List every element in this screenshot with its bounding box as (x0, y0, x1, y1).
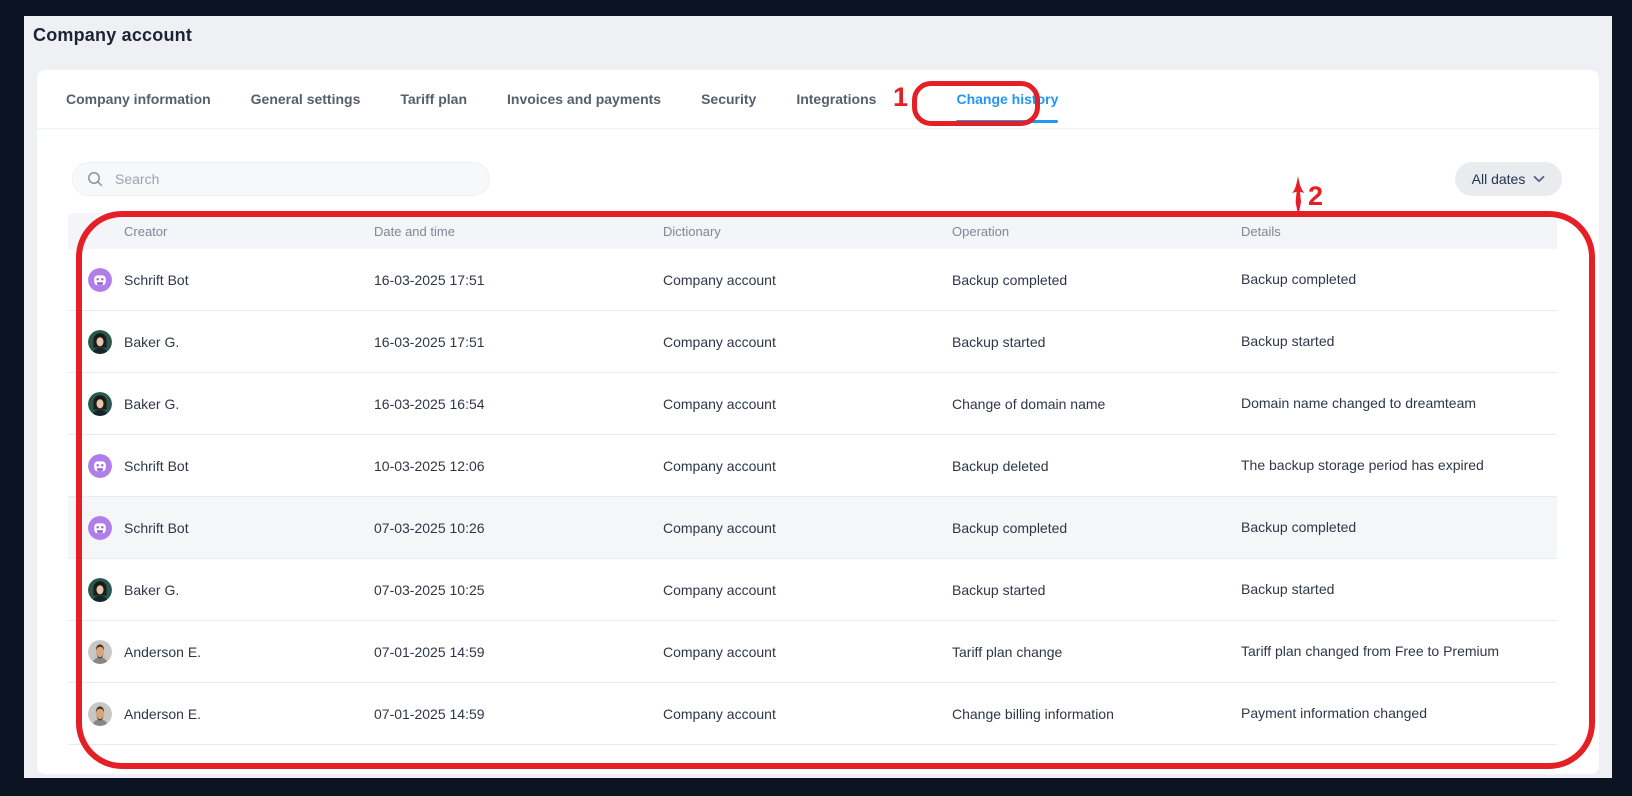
column-header-date-and-time: Date and time (374, 224, 663, 239)
tab-bar: Company information General settings Tarif… (37, 70, 1599, 129)
datetime-cell: 07-01-2025 14:59 (374, 706, 663, 722)
datetime-cell: 16-03-2025 16:54 (374, 396, 663, 412)
details-cell: The backup storage period has expired (1241, 456, 1557, 474)
creator-cell: Schrift Bot (68, 268, 374, 292)
tab-company-information[interactable]: Company information (66, 70, 211, 128)
datetime-cell: 07-01-2025 14:59 (374, 644, 663, 660)
tab-integrations[interactable]: Integrations (796, 70, 876, 128)
dictionary-cell: Company account (663, 396, 952, 412)
table-row[interactable]: Baker G. 16-03-2025 16:54 Company accoun… (68, 373, 1557, 435)
bot-avatar (88, 268, 112, 292)
operation-cell: Tariff plan change (952, 644, 1241, 660)
table-row[interactable]: Schrift Bot 16-03-2025 17:51 Company acc… (68, 249, 1557, 311)
dictionary-cell: Company account (663, 706, 952, 722)
tab-label: Change history (956, 91, 1058, 107)
tab-tariff-plan[interactable]: Tariff plan (400, 70, 467, 128)
bot-avatar (88, 516, 112, 540)
table-row[interactable]: Baker G. 07-03-2025 10:25 Company accoun… (68, 559, 1557, 621)
dictionary-cell: Company account (663, 582, 952, 598)
content-panel: Company information General settings Tarif… (37, 70, 1599, 774)
search-box[interactable] (72, 162, 490, 196)
creator-cell: Baker G. (68, 392, 374, 416)
dictionary-cell: Company account (663, 458, 952, 474)
table-row[interactable]: Anderson E. 07-01-2025 14:59 Company acc… (68, 621, 1557, 683)
user-avatar (88, 330, 112, 354)
details-cell: Domain name changed to dreamteam (1241, 394, 1557, 412)
creator-cell: Anderson E. (68, 702, 374, 726)
creator-cell: Baker G. (68, 330, 374, 354)
datetime-cell: 16-03-2025 17:51 (374, 334, 663, 350)
user-avatar (88, 392, 112, 416)
date-filter-button[interactable]: All dates (1455, 162, 1562, 196)
details-cell: Backup started (1241, 332, 1557, 350)
column-header-creator: Creator (68, 224, 374, 239)
operation-cell: Backup completed (952, 272, 1241, 288)
operation-cell: Backup started (952, 582, 1241, 598)
user-avatar (88, 702, 112, 726)
table-row[interactable]: Anderson E. 07-01-2025 14:59 Company acc… (68, 683, 1557, 745)
details-cell: Backup started (1241, 580, 1557, 598)
date-filter-label: All dates (1472, 171, 1526, 187)
datetime-cell: 16-03-2025 17:51 (374, 272, 663, 288)
table-row[interactable]: Baker G. 16-03-2025 17:51 Company accoun… (68, 311, 1557, 373)
dictionary-cell: Company account (663, 334, 952, 350)
tab-label: Integrations (796, 91, 876, 107)
tab-change-history[interactable]: Change history (956, 70, 1058, 128)
dictionary-cell: Company account (663, 520, 952, 536)
tab-security[interactable]: Security (701, 70, 756, 128)
operation-cell: Change billing information (952, 706, 1241, 722)
table-body: Schrift Bot 16-03-2025 17:51 Company acc… (68, 249, 1557, 745)
search-icon (87, 171, 103, 187)
search-input[interactable] (113, 170, 477, 188)
tab-label: Security (701, 91, 756, 107)
operation-cell: Change of domain name (952, 396, 1241, 412)
tab-label: General settings (251, 91, 361, 107)
column-header-operation: Operation (952, 224, 1241, 239)
datetime-cell: 10-03-2025 12:06 (374, 458, 663, 474)
tab-general-settings[interactable]: General settings (251, 70, 361, 128)
tab-label: Tariff plan (400, 91, 467, 107)
details-cell: Backup completed (1241, 270, 1557, 288)
page-title: Company account (33, 25, 192, 46)
column-header-details: Details (1241, 224, 1557, 239)
bot-avatar (88, 454, 112, 478)
dictionary-cell: Company account (663, 272, 952, 288)
user-avatar (88, 640, 112, 664)
tab-invoices-and-payments[interactable]: Invoices and payments (507, 70, 661, 128)
user-avatar (88, 578, 112, 602)
datetime-cell: 07-03-2025 10:25 (374, 582, 663, 598)
table-row[interactable]: Schrift Bot 07-03-2025 10:26 Company acc… (68, 497, 1557, 559)
details-cell: Backup completed (1241, 518, 1557, 536)
tab-label: Invoices and payments (507, 91, 661, 107)
column-header-dictionary: Dictionary (663, 224, 952, 239)
table-row[interactable]: Schrift Bot 10-03-2025 12:06 Company acc… (68, 435, 1557, 497)
operation-cell: Backup started (952, 334, 1241, 350)
tab-label: Company information (66, 91, 211, 107)
dictionary-cell: Company account (663, 644, 952, 660)
creator-cell: Anderson E. (68, 640, 374, 664)
chevron-down-icon (1533, 175, 1545, 183)
details-cell: Payment information changed (1241, 704, 1557, 722)
creator-cell: Schrift Bot (68, 454, 374, 478)
creator-cell: Baker G. (68, 578, 374, 602)
change-history-table: CreatorDate and timeDictionaryOperationD… (68, 213, 1557, 745)
creator-cell: Schrift Bot (68, 516, 374, 540)
datetime-cell: 07-03-2025 10:26 (374, 520, 663, 536)
page-background: Company account Company information Gener… (24, 16, 1612, 778)
details-cell: Tariff plan changed from Free to Premium (1241, 642, 1557, 660)
table-header-row: CreatorDate and timeDictionaryOperationD… (68, 213, 1557, 249)
operation-cell: Backup completed (952, 520, 1241, 536)
operation-cell: Backup deleted (952, 458, 1241, 474)
